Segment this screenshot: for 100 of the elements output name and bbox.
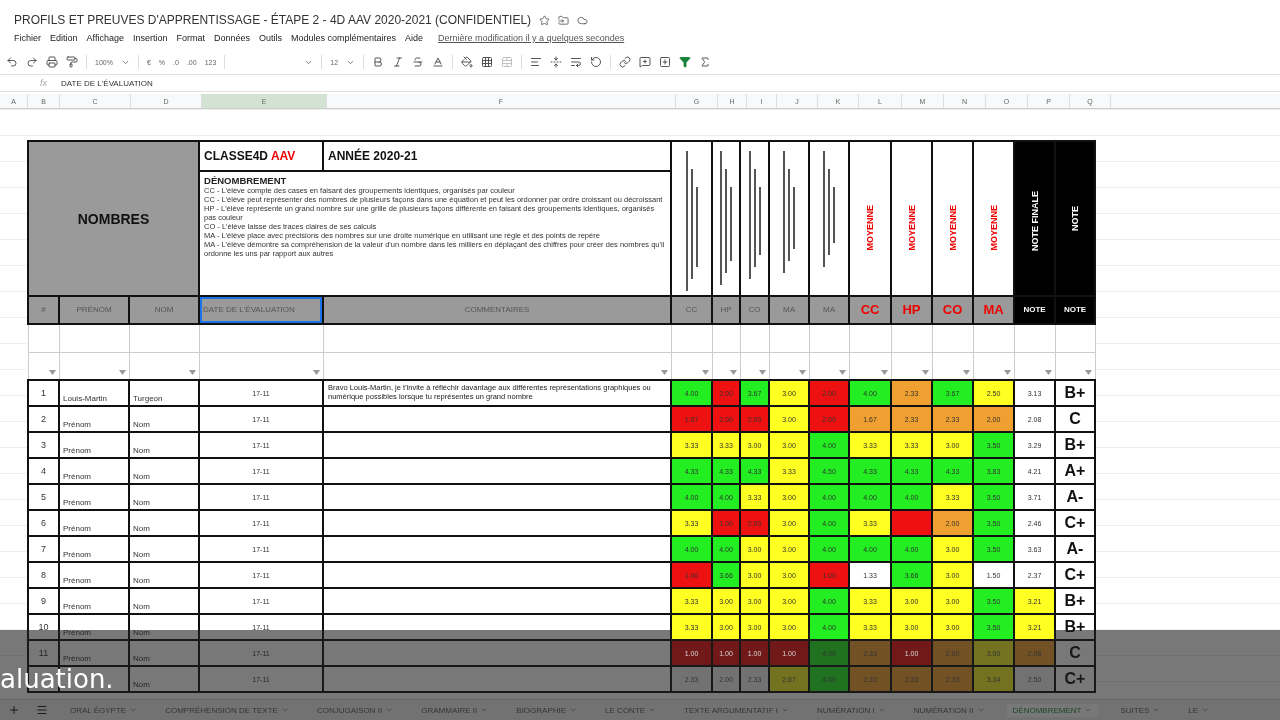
last-name-cell: Nom [129, 536, 199, 562]
menu-item[interactable]: Edition [50, 33, 78, 43]
wrap-icon[interactable] [570, 56, 583, 68]
last-name-cell: Nom [129, 510, 199, 536]
tab-caret-icon[interactable] [976, 706, 985, 714]
row-number: 2 [28, 406, 59, 432]
row-number: 4 [28, 458, 59, 484]
vertical-align-icon[interactable] [550, 56, 563, 68]
fill-color-icon[interactable] [461, 56, 474, 68]
note-header: NOTE [1070, 205, 1080, 233]
merge-cells-icon[interactable] [501, 56, 514, 68]
row-number: 7 [28, 536, 59, 562]
tab-caret-icon[interactable] [877, 706, 886, 714]
grade-cell: C+ [1055, 562, 1095, 588]
first-name-cell: Prénom [59, 614, 129, 640]
filter-icon[interactable] [729, 370, 737, 375]
filter-icon[interactable] [118, 370, 126, 375]
menu-item[interactable]: Modules complémentaires [291, 33, 397, 43]
redo-icon[interactable] [26, 56, 38, 68]
row-number: 10 [28, 614, 59, 640]
last-edit-link[interactable]: Dernière modification il y a quelques secondes [438, 33, 625, 43]
tab-caret-icon[interactable] [569, 706, 578, 714]
menu-item[interactable]: Outils [259, 33, 282, 43]
grade-cell: B+ [1055, 432, 1095, 458]
filter-icon[interactable] [838, 370, 846, 375]
function-label: fx [40, 78, 47, 88]
insert-icon[interactable] [659, 56, 672, 68]
first-name-cell: Prénom [59, 510, 129, 536]
grade-cell: C+ [1055, 510, 1095, 536]
last-name-cell: Nom [129, 640, 199, 666]
formula-input[interactable]: DATE DE L'ÉVALUATION [61, 78, 153, 88]
row-number: 11 [28, 640, 59, 666]
grade-cell: A+ [1055, 458, 1095, 484]
row-number: 6 [28, 510, 59, 536]
first-name-cell: Prénom [59, 484, 129, 510]
star-icon[interactable] [539, 14, 551, 26]
comment-icon[interactable] [639, 56, 652, 68]
filter-icon[interactable] [798, 370, 806, 375]
first-name-cell: Prénom [59, 640, 129, 666]
filter-icon[interactable] [660, 370, 668, 375]
filter-icon[interactable] [962, 370, 970, 375]
align-icon[interactable] [530, 56, 543, 68]
class-title: CLASSE4D AAV [199, 141, 323, 171]
last-name-cell: Turgeon [129, 380, 199, 406]
print-icon[interactable] [46, 56, 58, 68]
filter-icon[interactable] [312, 370, 320, 375]
filter-icon[interactable] [701, 370, 709, 375]
filter-icon[interactable] [880, 370, 888, 375]
grade-cell: A- [1055, 536, 1095, 562]
grade-cell: C [1055, 640, 1095, 666]
menu-item[interactable]: Données [213, 33, 250, 43]
text-rotation-icon[interactable] [590, 56, 603, 68]
last-name-cell: Nom [129, 432, 199, 458]
filter-icon[interactable] [758, 370, 766, 375]
grade-cell: B+ [1055, 588, 1095, 614]
sheet-list-icon[interactable] [36, 704, 48, 716]
tab-caret-icon[interactable] [1152, 706, 1161, 714]
menu-item[interactable]: Format [176, 33, 205, 43]
cloud-icon[interactable] [577, 14, 589, 26]
add-sheet-icon[interactable] [8, 704, 20, 716]
tab-caret-icon[interactable] [129, 706, 138, 714]
menu-item[interactable]: Fichier [14, 33, 41, 43]
first-name-cell: Prénom [59, 458, 129, 484]
grade-cell: A- [1055, 484, 1095, 510]
final-note-header: NOTE FINALE [1029, 190, 1040, 253]
filter-icon[interactable] [188, 370, 196, 375]
link-icon[interactable] [619, 56, 632, 68]
last-name-cell: Nom [129, 406, 199, 432]
text-color-icon[interactable] [432, 56, 445, 68]
folder-icon[interactable] [558, 14, 570, 26]
menu-item[interactable]: Insertion [132, 33, 168, 43]
filter-icon[interactable] [1084, 370, 1092, 375]
filter-icon[interactable] [921, 370, 929, 375]
last-name-cell: Nom [129, 562, 199, 588]
tab-caret-icon[interactable] [1084, 706, 1093, 714]
tab-caret-icon[interactable] [1201, 706, 1210, 714]
description-title: DÉNOMBREMENT [204, 175, 288, 186]
menu-item[interactable]: Aide [405, 33, 424, 43]
filter-icon[interactable] [1044, 370, 1052, 375]
average-header: MOYENNE [947, 204, 958, 253]
italic-icon[interactable] [392, 56, 405, 68]
tab-caret-icon[interactable] [648, 706, 657, 714]
tab-caret-icon[interactable] [385, 706, 394, 714]
tab-caret-icon[interactable] [480, 706, 489, 714]
menu-item[interactable]: Affichage [86, 33, 124, 43]
filter-icon[interactable] [1003, 370, 1011, 375]
filter-icon[interactable] [48, 370, 56, 375]
first-name-cell: Prénom [59, 562, 129, 588]
tab-caret-icon[interactable] [781, 706, 790, 714]
last-name-cell: Nom [129, 614, 199, 640]
filter-icon[interactable] [679, 56, 692, 68]
paint-format-icon[interactable] [66, 56, 78, 68]
borders-icon[interactable] [481, 56, 494, 68]
strikethrough-icon[interactable] [412, 56, 425, 68]
functions-icon[interactable] [699, 56, 712, 68]
tab-caret-icon[interactable] [280, 706, 289, 714]
last-name-cell: Nom [129, 484, 199, 510]
undo-icon[interactable] [6, 56, 18, 68]
subject-title: NOMBRES [28, 141, 199, 296]
bold-icon[interactable] [372, 56, 385, 68]
